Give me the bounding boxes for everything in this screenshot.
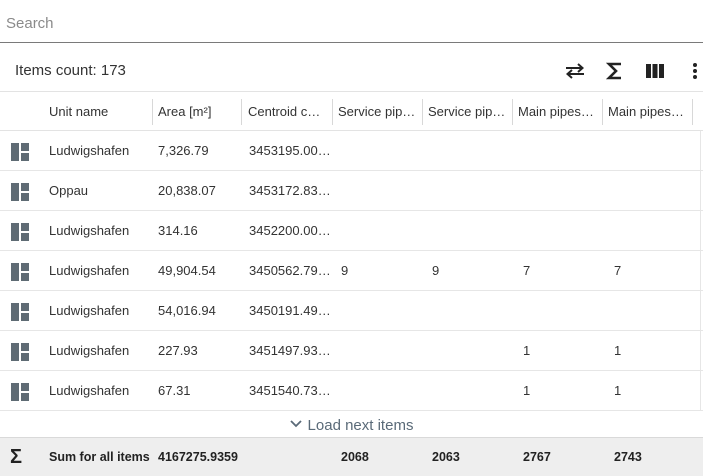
cell-area: 49,904.54	[158, 263, 216, 278]
table-body: Ludwigshafen 7,326.79 3453195.00,… Oppau 20,…	[0, 131, 703, 411]
items-count: Items count: 173	[15, 62, 126, 79]
dashboard-layout-icon[interactable]	[11, 343, 29, 361]
column-header-service-pipes-2[interactable]: Service pip…	[423, 92, 511, 131]
dashboard-layout-icon[interactable]	[11, 263, 29, 281]
cell-unit-name: Ludwigshafen	[49, 223, 130, 238]
sigma-icon: Σ	[10, 446, 23, 468]
cell-service-pipes-2	[427, 211, 515, 250]
cell-centroid: 3453195.00,…	[249, 143, 332, 158]
chevron-down-icon	[289, 420, 302, 428]
footer-sum-main-pipes-1: 2767	[523, 450, 551, 464]
column-header-service-pipes-1[interactable]: Service pip…	[333, 92, 421, 131]
cell-service-pipes-1	[336, 371, 424, 410]
cell-area: 227.93	[158, 343, 198, 358]
footer-label: Sum for all items	[49, 450, 150, 464]
dashboard-layout-icon[interactable]	[11, 303, 29, 321]
table-row[interactable]: Ludwigshafen 7,326.79 3453195.00,…	[0, 131, 703, 171]
cell-main-pipes-1	[518, 171, 606, 210]
table-row[interactable]: Ludwigshafen 67.31 3451540.73,… 1 1	[0, 371, 703, 411]
cell-service-pipes-2	[427, 371, 515, 410]
cell-service-pipes-2	[427, 171, 515, 210]
column-header-unit-name[interactable]: Unit name	[44, 92, 152, 131]
table-header: Unit name Area [m²] Centroid c… Service …	[0, 91, 703, 131]
cell-main-pipes-2: 1	[614, 383, 622, 398]
dashboard-layout-icon[interactable]	[11, 223, 29, 241]
load-next-items-button[interactable]: Load next items	[0, 414, 703, 436]
cell-service-pipes-2	[427, 131, 515, 170]
dashboard-layout-icon[interactable]	[11, 383, 29, 401]
cell-main-pipes-1: 7	[523, 263, 531, 278]
cell-area: 20,838.07	[158, 183, 216, 198]
more-vertical-icon[interactable]	[683, 60, 703, 82]
column-divider	[692, 99, 693, 125]
load-next-items-label: Load next items	[307, 416, 414, 434]
table-row[interactable]: Oppau 20,838.07 3453172.83,…	[0, 171, 703, 211]
cell-main-pipes-2	[609, 211, 693, 250]
cell-main-pipes-1: 1	[523, 343, 531, 358]
cell-unit-name: Ludwigshafen	[49, 303, 130, 318]
table-row[interactable]: Ludwigshafen 314.16 3452200.00,…	[0, 211, 703, 251]
cell-service-pipes-2	[427, 331, 515, 370]
cell-main-pipes-1	[518, 131, 606, 170]
footer-sum-service-pipes-1: 2068	[341, 450, 369, 464]
cell-main-pipes-2	[609, 291, 693, 330]
footer-sum-main-pipes-2: 2743	[614, 450, 642, 464]
dashboard-layout-icon[interactable]	[11, 143, 29, 161]
cell-main-pipes-2: 7	[614, 263, 622, 278]
cell-main-pipes-2	[609, 131, 693, 170]
cell-area: 7,326.79	[158, 143, 209, 158]
cell-area: 54,016.94	[158, 303, 216, 318]
cell-main-pipes-2: 1	[614, 343, 622, 358]
cell-service-pipes-1	[336, 131, 424, 170]
cell-main-pipes-1	[518, 291, 606, 330]
cell-service-pipes-1	[336, 171, 424, 210]
cell-unit-name: Ludwigshafen	[49, 143, 130, 158]
toolbar: Items count: 173	[0, 52, 703, 90]
cell-service-pipes-1	[336, 331, 424, 370]
cell-unit-name: Ludwigshafen	[49, 343, 130, 358]
table-row[interactable]: Ludwigshafen 227.93 3451497.93,… 1 1	[0, 331, 703, 371]
footer-sum-area: 4167275.9359	[158, 450, 238, 464]
sigma-icon[interactable]	[603, 60, 627, 82]
cell-service-pipes-1	[336, 211, 424, 250]
cell-service-pipes-2: 9	[432, 263, 440, 278]
column-header-area[interactable]: Area [m²]	[153, 92, 241, 131]
table-row[interactable]: Ludwigshafen 49,904.54 3450562.79,… 9 9 7 7	[0, 251, 703, 291]
cell-centroid: 3451497.93,…	[249, 343, 332, 358]
swap-horizontal-icon[interactable]	[563, 60, 587, 82]
cell-centroid: 3451540.73,…	[249, 383, 332, 398]
cell-area: 314.16	[158, 223, 198, 238]
column-header-main-pipes-1[interactable]: Main pipes…	[513, 92, 601, 131]
dashboard-layout-icon[interactable]	[11, 183, 29, 201]
search-bar	[0, 0, 703, 43]
cell-service-pipes-1: 9	[341, 263, 349, 278]
column-divider	[241, 99, 242, 125]
cell-centroid: 3450191.49,…	[249, 303, 332, 318]
cell-unit-name: Ludwigshafen	[49, 263, 130, 278]
column-header-centroid[interactable]: Centroid c…	[243, 92, 331, 131]
column-header-main-pipes-2[interactable]: Main pipes…	[603, 92, 691, 131]
cell-service-pipes-1	[336, 291, 424, 330]
footer-sum-service-pipes-2: 2063	[432, 450, 460, 464]
cell-main-pipes-2	[609, 171, 693, 210]
cell-centroid: 3450562.79,…	[249, 263, 332, 278]
cell-centroid: 3453172.83,…	[249, 183, 332, 198]
cell-main-pipes-1: 1	[523, 383, 531, 398]
cell-unit-name: Oppau	[49, 183, 89, 198]
table-right-border	[700, 131, 701, 411]
search-input[interactable]	[6, 12, 696, 34]
cell-area: 67.31	[158, 383, 191, 398]
cell-centroid: 3452200.00,…	[249, 223, 332, 238]
columns-icon[interactable]	[643, 60, 667, 82]
cell-service-pipes-2	[427, 291, 515, 330]
table-row[interactable]: Ludwigshafen 54,016.94 3450191.49,…	[0, 291, 703, 331]
cell-main-pipes-1	[518, 211, 606, 250]
table-footer-sum: Σ Sum for all items 4167275.9359 2068 20…	[0, 437, 703, 476]
cell-unit-name: Ludwigshafen	[49, 383, 130, 398]
